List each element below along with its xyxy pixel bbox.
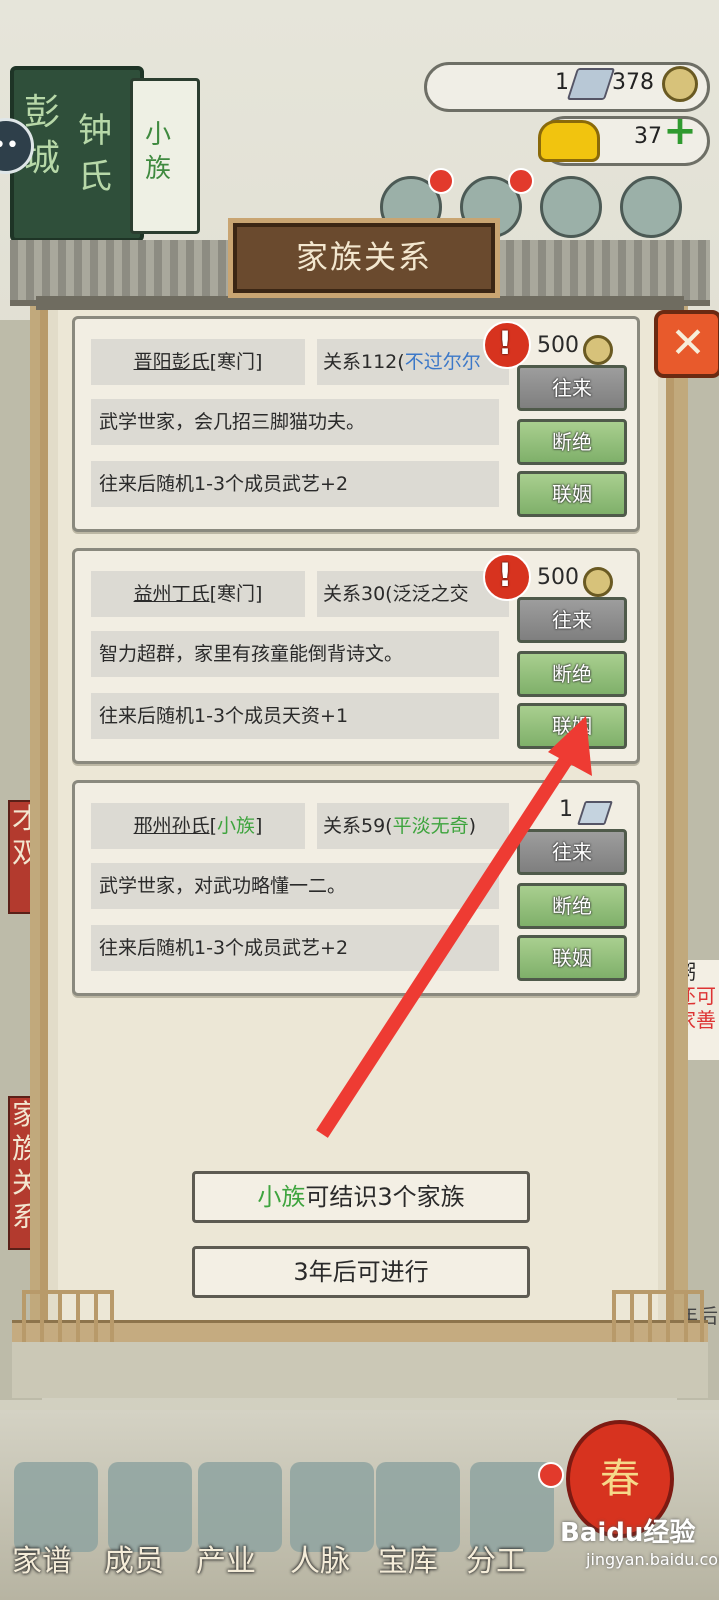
baidu-watermark: Baidu经验 <box>560 1518 696 1548</box>
nav-label-industry[interactable]: 产业 <box>196 1536 256 1580</box>
notification-dot-icon <box>538 1462 564 1488</box>
nav-label-members[interactable]: 成员 <box>104 1536 164 1580</box>
nav-label-treasury[interactable]: 宝库 <box>378 1536 438 1580</box>
baidu-watermark-url: jingyan.baidu.com <box>586 1550 719 1569</box>
annotation-arrow <box>316 716 592 1138</box>
nav-label-network[interactable]: 人脉 <box>290 1536 350 1580</box>
nav-label-division[interactable]: 分工 <box>466 1536 526 1580</box>
nav-label-genealogy[interactable]: 家谱 <box>12 1536 72 1580</box>
arrow-shaft <box>316 756 572 1138</box>
